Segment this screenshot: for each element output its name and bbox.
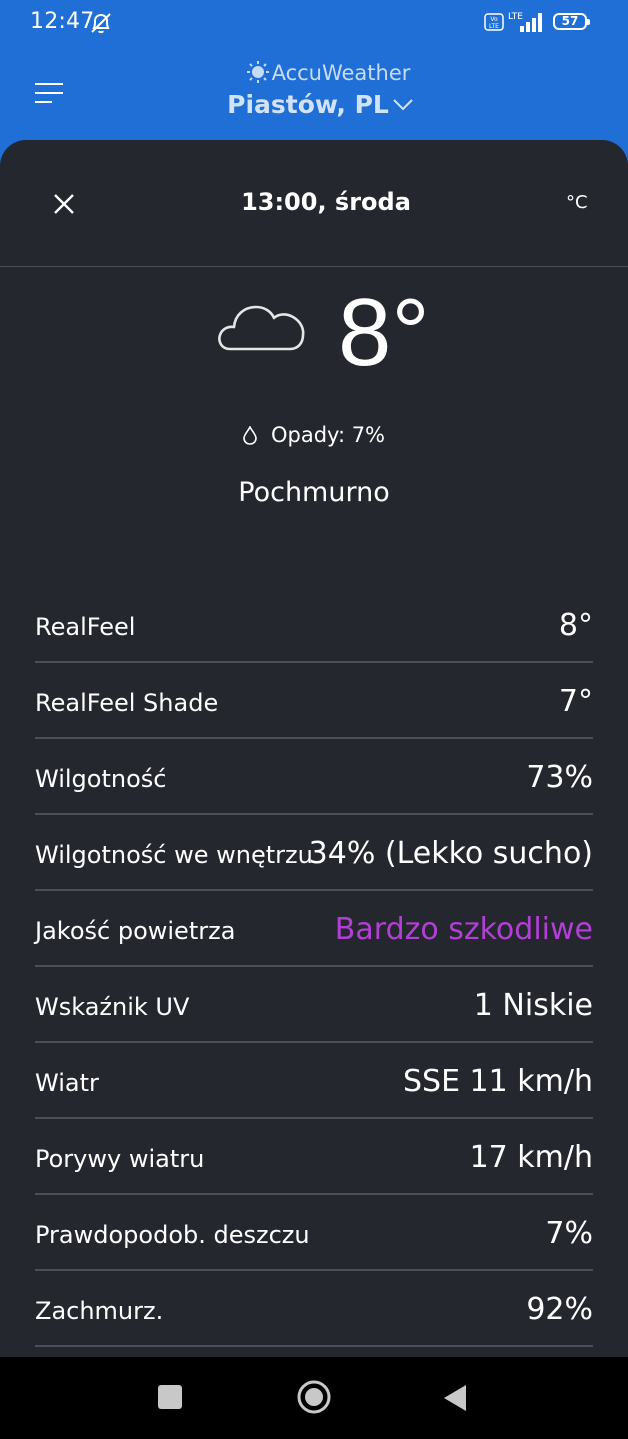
detail-row-wind: Wiatr SSE 11 km/h (35, 1043, 593, 1119)
sun-logo-icon (246, 61, 269, 83)
details-list: RealFeel 8° RealFeel Shade 7° Wilgotność… (35, 588, 593, 1347)
detail-label: Zachmurz. (35, 1297, 164, 1325)
detail-label: Porywy wiatru (35, 1145, 205, 1173)
screen: 12:47 Vo LTE LTE 57 AccuWeather Piastów,… (0, 0, 628, 1439)
volte-icon: Vo LTE (484, 13, 504, 31)
detail-row-realfeel-shade: RealFeel Shade 7° (35, 663, 593, 739)
brand-name: AccuWeather (271, 61, 411, 85)
detail-row-air-quality[interactable]: Jakość powietrza Bardzo szkodliwe (35, 891, 593, 967)
back-button[interactable] (442, 1384, 468, 1412)
sheet-header: 13:00, środa °C (0, 140, 628, 267)
detail-value: 17 km/h (469, 1140, 593, 1175)
system-nav-bar (0, 1357, 628, 1439)
detail-label: Prawdopodob. deszczu (35, 1221, 310, 1249)
detail-row-cloud-cover: Zachmurz. 92% (35, 1271, 593, 1347)
detail-label: Wilgotność (35, 765, 167, 793)
detail-value: 73% (526, 760, 593, 795)
location-name: Piastów, PL (227, 90, 389, 119)
location-selector[interactable]: Piastów, PL (0, 90, 628, 119)
precip-label: Opady: 7% (270, 423, 386, 447)
svg-text:LTE: LTE (489, 23, 499, 30)
raindrop-icon (243, 426, 257, 445)
status-bar: 12:47 Vo LTE LTE 57 (0, 0, 628, 48)
detail-value: 1 Niskie (473, 988, 593, 1023)
home-button[interactable] (296, 1379, 332, 1415)
app-header: AccuWeather Piastów, PL (0, 48, 628, 140)
detail-value: 92% (526, 1292, 593, 1327)
cloud-icon (218, 305, 305, 351)
brand-logo: AccuWeather (0, 60, 628, 85)
detail-label: RealFeel (35, 613, 136, 641)
status-time: 12:47 (30, 9, 95, 34)
detail-row-wind-gusts: Porywy wiatru 17 km/h (35, 1119, 593, 1195)
recents-button[interactable] (158, 1385, 182, 1409)
detail-label: Jakość powietrza (35, 917, 236, 945)
detail-row-realfeel: RealFeel 8° (35, 588, 593, 663)
detail-label: Wskaźnik UV (35, 993, 190, 1021)
bell-off-icon (91, 13, 111, 34)
detail-row-humidity: Wilgotność 73% (35, 739, 593, 815)
battery-icon: 57 (553, 13, 590, 30)
lte-signal-icon: LTE (508, 12, 542, 32)
detail-value: SSE 11 km/h (402, 1064, 593, 1099)
detail-label: Wiatr (35, 1069, 99, 1097)
detail-label: Wilgotność we wnętrzu (35, 841, 313, 869)
sheet-title: 13:00, środa (241, 188, 411, 216)
detail-row-rain-probability: Prawdopodob. deszczu 7% (35, 1195, 593, 1271)
precipitation: Opady: 7% (0, 423, 628, 447)
condition-text: Pochmurno (238, 477, 390, 508)
detail-row-indoor-humidity: Wilgotność we wnętrzu 34% (Lekko sucho) (35, 815, 593, 891)
detail-value: 7% (545, 1216, 593, 1251)
chevron-down-icon (393, 99, 413, 111)
detail-row-uv-index: Wskaźnik UV 1 Niskie (35, 967, 593, 1043)
hourly-detail-sheet: 13:00, środa °C 8° Opady: 7% Pochmurno R… (0, 140, 628, 1357)
detail-value: 7° (558, 684, 593, 719)
detail-label: RealFeel Shade (35, 689, 219, 717)
unit-toggle[interactable]: °C (566, 192, 588, 213)
detail-value: 8° (558, 608, 593, 643)
svg-text:LTE: LTE (508, 12, 523, 22)
air-quality-value[interactable]: Bardzo szkodliwe (335, 912, 593, 947)
svg-text:Vo: Vo (490, 16, 498, 23)
current-temperature: 8° (338, 279, 430, 386)
detail-value: 34% (Lekko sucho) (308, 836, 593, 871)
